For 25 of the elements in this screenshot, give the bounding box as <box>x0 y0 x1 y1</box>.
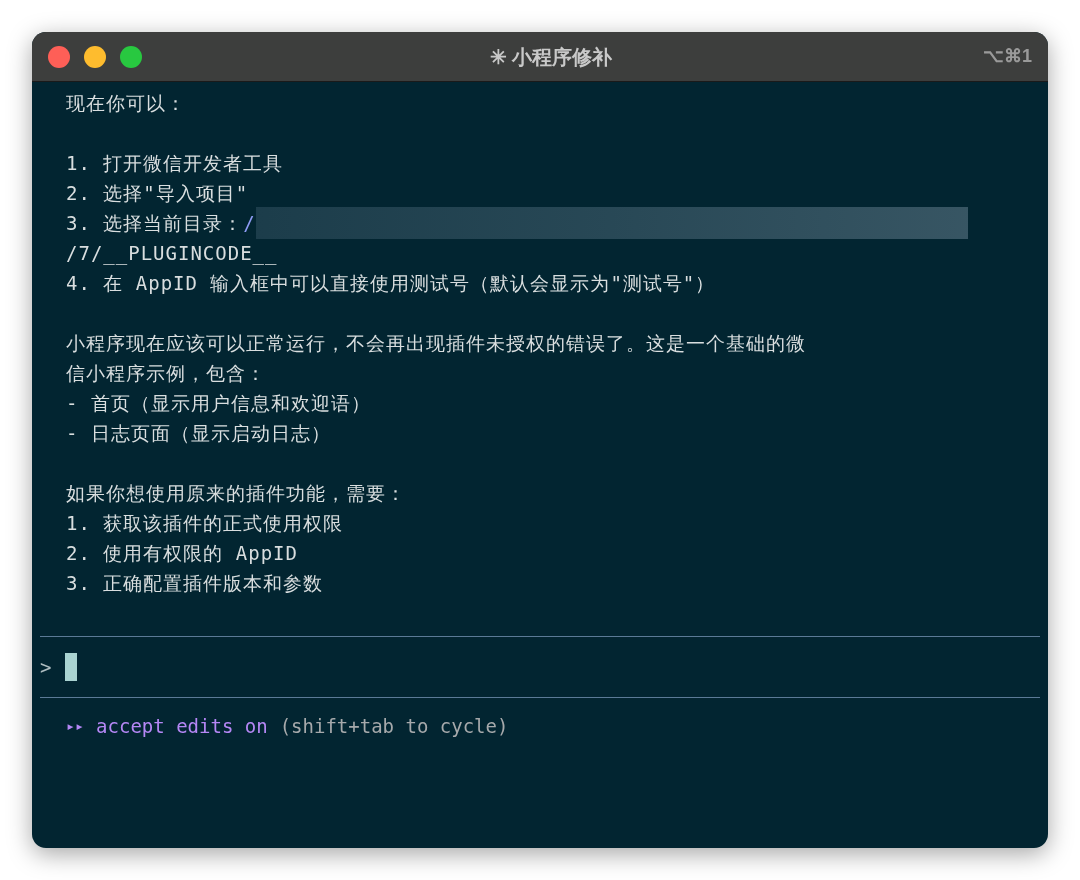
output-line: 2. 选择"导入项目" <box>66 181 250 206</box>
output-line: 4. 在 AppID 输入框中可以直接使用测试号（默认会显示为"测试号"） <box>66 271 717 296</box>
output-line: 1. 获取该插件的正式使用权限 <box>66 511 345 536</box>
output-line: 现在你可以： <box>66 91 187 116</box>
maximize-button[interactable] <box>120 45 142 68</box>
mode-label: accept edits on <box>96 713 268 739</box>
mode-hint: (shift+tab to cycle) <box>279 713 509 739</box>
prompt-symbol: > <box>40 654 52 680</box>
minimize-button[interactable] <box>84 45 106 68</box>
output-line: 3. 选择当前目录： <box>66 211 244 236</box>
output-line: 如果你想使用原来的插件功能，需要： <box>66 481 407 506</box>
output-line: 1. 打开微信开发者工具 <box>66 151 285 176</box>
text-cursor <box>65 653 78 681</box>
output-line: 小程序现在应该可以正常运行，不会再出现插件未授权的错误了。这是一个基础的微 <box>66 331 807 356</box>
directory-path: / <box>243 211 256 236</box>
output-line: - 首页（显示用户信息和欢迎语） <box>66 391 372 416</box>
output-line: 信小程序示例，包含： <box>66 361 267 386</box>
output-line: 3. 正确配置插件版本和参数 <box>66 571 325 596</box>
mode-marker: ▸▸ <box>66 715 85 737</box>
window-title: ✳ 小程序修补 <box>489 44 613 70</box>
output-line: /7/__PLUGINCODE__ <box>66 241 279 267</box>
close-button[interactable] <box>48 45 70 68</box>
output-line: 2. 使用有权限的 AppID <box>66 541 299 566</box>
output-line: - 日志页面（显示启动日志） <box>66 421 332 446</box>
window-shortcut: ⌥⌘1 <box>982 45 1032 68</box>
